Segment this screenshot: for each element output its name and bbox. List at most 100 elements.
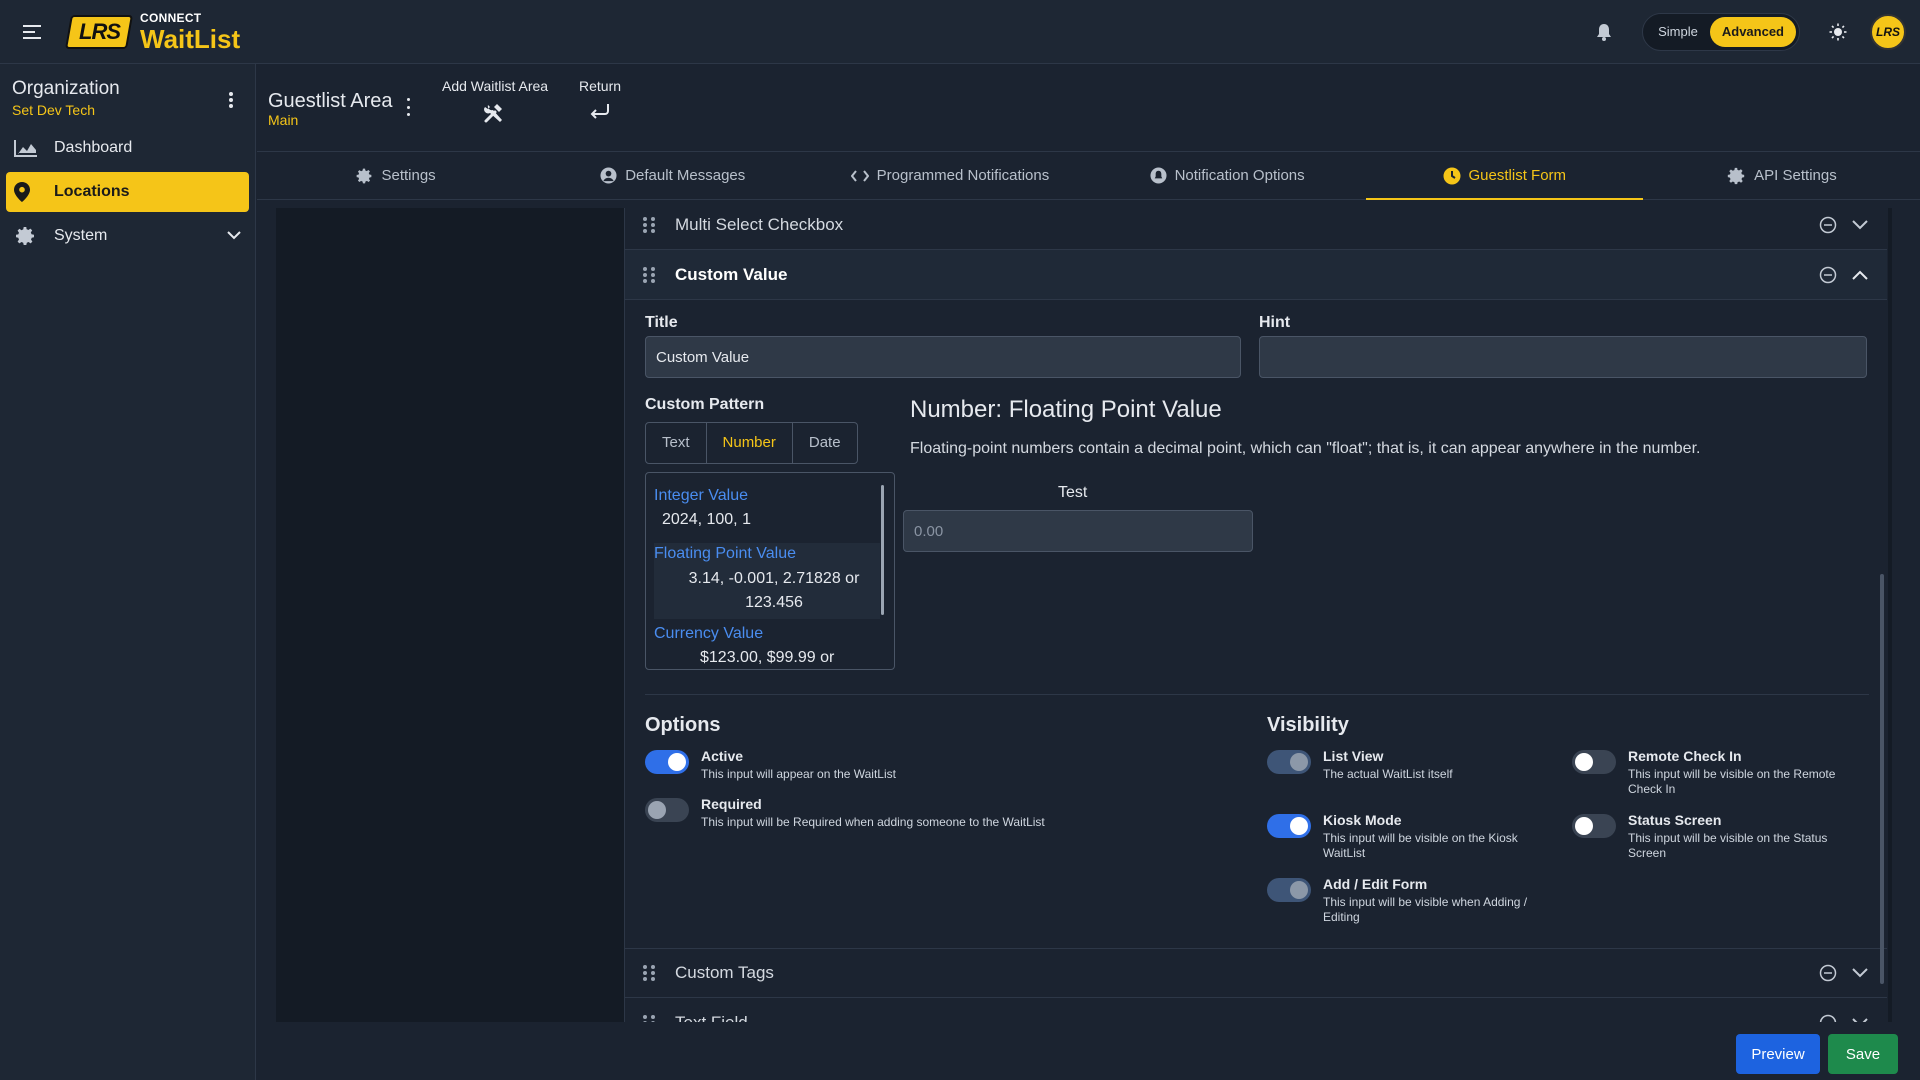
drag-handle-icon[interactable] <box>643 1014 657 1022</box>
tab-settings[interactable]: Settings <box>257 152 534 199</box>
field-row-custom-tags[interactable]: Custom Tags <box>625 948 1887 998</box>
theme-sun-icon[interactable] <box>1818 12 1858 52</box>
remove-circle-icon[interactable] <box>1815 262 1841 288</box>
tab-notification-options[interactable]: Notification Options <box>1089 152 1366 199</box>
chevron-down-icon[interactable] <box>1847 1010 1873 1022</box>
pattern-tab-text[interactable]: Text <box>646 423 707 463</box>
organization-header: Organization Set Dev Tech <box>0 64 255 124</box>
panel-scrollbar[interactable] <box>1880 574 1884 984</box>
sidebar-item-system[interactable]: System <box>6 216 249 256</box>
list-view-toggle[interactable] <box>1267 750 1311 774</box>
toggle-title: Kiosk Mode <box>1323 812 1402 828</box>
chevron-down-icon[interactable] <box>1847 960 1873 986</box>
logo-caption: CONNECT <box>140 10 202 25</box>
toggle-description: The actual WaitList itself <box>1323 767 1453 781</box>
chevron-down-icon[interactable] <box>227 227 241 245</box>
drag-handle-icon[interactable] <box>643 216 657 233</box>
tab-api-settings[interactable]: API Settings <box>1643 152 1920 199</box>
add-waitlist-area-label: Add Waitlist Area <box>442 78 549 94</box>
kiosk-mode-toggle[interactable] <box>1267 814 1311 838</box>
sidebar: Organization Set Dev Tech Dashboard Loca… <box>0 64 256 1080</box>
tab-guestlist-form[interactable]: Guestlist Form <box>1365 152 1644 200</box>
save-button[interactable]: Save <box>1828 1034 1898 1074</box>
settings-tabs: Settings Default Messages Programmed Not… <box>257 152 1920 200</box>
app-logo[interactable]: LRS CONNECT WaitList <box>65 10 240 52</box>
visibility-title: Visibility <box>1267 714 1349 736</box>
sidebar-item-locations[interactable]: Locations <box>6 172 249 212</box>
main-content: Multi Select Checkbox Custom Value Title… <box>276 208 1892 1022</box>
visibility-status-screen: Status Screen This input will be visible… <box>1572 812 1862 861</box>
area-title: Guestlist Area <box>268 90 393 112</box>
toggle-title: Active <box>701 748 744 764</box>
remove-circle-icon[interactable] <box>1815 960 1841 986</box>
option-active: Active This input will appear on the Wai… <box>645 748 896 782</box>
field-row-text-field[interactable]: Text Field <box>625 998 1887 1022</box>
pattern-item-example: 2024, 100, 1 <box>662 511 751 528</box>
pattern-list-scrollbar[interactable] <box>881 485 884 615</box>
toggle-description: This input will be visible on the Status… <box>1628 831 1828 860</box>
hint-label: Hint <box>1259 314 1291 331</box>
user-circle-icon <box>600 167 617 184</box>
menu-icon[interactable] <box>0 0 64 64</box>
pattern-tab-date[interactable]: Date <box>793 423 857 463</box>
option-required: Required This input will be Required whe… <box>645 796 1045 830</box>
gears-icon <box>355 167 373 185</box>
pattern-item-title: Integer Value <box>654 487 748 504</box>
pattern-list[interactable]: Integer Value 2024, 100, 1 Floating Poin… <box>645 472 895 670</box>
active-toggle[interactable] <box>645 750 689 774</box>
area-kebab-menu-icon[interactable] <box>403 98 413 116</box>
toggle-description: This input will be visible on the Kiosk … <box>1323 831 1518 860</box>
field-row-multi-select[interactable]: Multi Select Checkbox <box>625 208 1887 250</box>
toggle-title: List View <box>1323 748 1384 764</box>
remove-circle-icon[interactable] <box>1815 1010 1841 1022</box>
pattern-item-floating-point[interactable]: Floating Point Value 3.14, -0.001, 2.718… <box>654 543 880 619</box>
pattern-item-currency[interactable]: Currency Value $123.00, $99.99 or <box>654 625 880 669</box>
tab-label: Guestlist Form <box>1468 167 1567 184</box>
return-button[interactable]: Return <box>579 78 621 120</box>
notification-bell-icon[interactable] <box>1584 12 1624 52</box>
pattern-type-selector: Text Number Date <box>645 422 858 464</box>
pattern-item-title: Floating Point Value <box>654 545 797 562</box>
field-row-custom-value[interactable]: Custom Value <box>625 250 1887 300</box>
avatar[interactable]: LRS <box>1870 13 1906 50</box>
tools-icon <box>442 102 548 124</box>
pattern-item-example: 3.14, -0.001, 2.71828 or 123.456 <box>688 570 860 611</box>
toggle-title: Remote Check In <box>1628 748 1742 764</box>
sidebar-item-label: Dashboard <box>54 139 133 156</box>
tab-label: Default Messages <box>625 167 746 184</box>
remote-check-in-toggle[interactable] <box>1572 750 1616 774</box>
add-waitlist-area-button[interactable]: Add Waitlist Area <box>442 78 548 124</box>
area-subtitle: Main <box>268 112 299 128</box>
pattern-tab-number[interactable]: Number <box>707 423 793 463</box>
kebab-menu-icon[interactable] <box>223 90 239 110</box>
pattern-item-example: $123.00, $99.99 or <box>700 649 835 666</box>
required-toggle[interactable] <box>645 798 689 822</box>
pattern-item-integer[interactable]: Integer Value 2024, 100, 1 <box>654 487 880 537</box>
mode-advanced-button[interactable]: Advanced <box>1709 16 1796 47</box>
add-edit-form-toggle[interactable] <box>1267 878 1311 902</box>
remove-circle-icon[interactable] <box>1815 212 1841 238</box>
test-input[interactable] <box>903 510 1253 552</box>
drag-handle-icon[interactable] <box>643 266 657 283</box>
field-row-title: Custom Value <box>675 264 788 284</box>
tab-label: Notification Options <box>1174 167 1305 184</box>
toggle-description: This input will be visible on the Remote… <box>1628 767 1836 796</box>
status-screen-toggle[interactable] <box>1572 814 1616 838</box>
location-pin-icon <box>14 180 42 204</box>
hint-input[interactable] <box>1259 336 1867 378</box>
title-input[interactable] <box>645 336 1241 378</box>
chevron-down-icon[interactable] <box>1847 212 1873 238</box>
return-arrow-icon <box>579 102 621 120</box>
sidebar-item-dashboard[interactable]: Dashboard <box>6 128 249 168</box>
tab-default-messages[interactable]: Default Messages <box>534 152 811 199</box>
sidebar-item-label: Locations <box>54 183 130 200</box>
mode-simple-button[interactable]: Simple <box>1646 17 1710 47</box>
preview-button[interactable]: Preview <box>1736 1034 1820 1074</box>
lrs-logo-icon: LRS <box>65 14 133 49</box>
chevron-up-icon[interactable] <box>1847 262 1873 288</box>
visibility-kiosk-mode: Kiosk Mode This input will be visible on… <box>1267 812 1537 861</box>
drag-handle-icon[interactable] <box>643 965 657 981</box>
tab-programmed-notifications[interactable]: Programmed Notifications <box>811 152 1088 199</box>
visibility-list-view: List View The actual WaitList itself <box>1267 748 1547 782</box>
org-title: Organization <box>12 78 120 99</box>
